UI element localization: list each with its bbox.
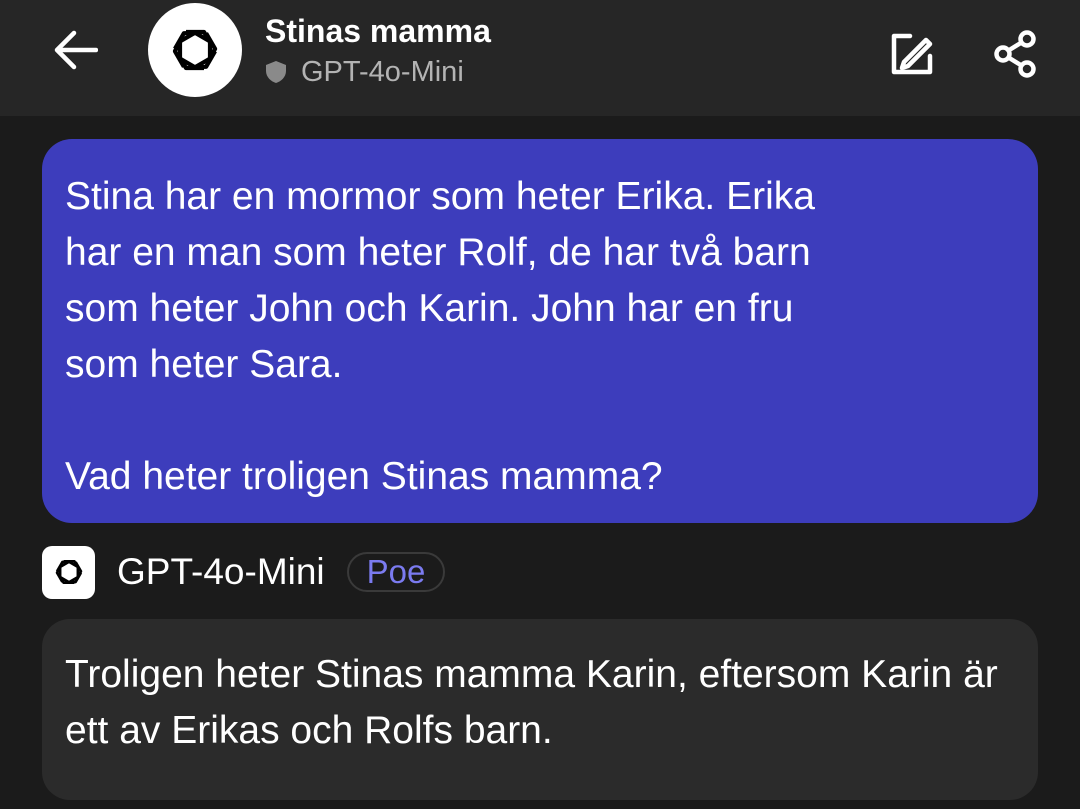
- shield-icon: [265, 60, 287, 84]
- bot-avatar-large[interactable]: [148, 3, 242, 97]
- edit-icon: [891, 33, 933, 75]
- openai-logo-icon: [55, 559, 82, 585]
- bot-subtitle[interactable]: GPT-4o-Mini: [265, 54, 491, 90]
- share-icon: [994, 30, 1036, 78]
- bot-subtitle-label: GPT-4o-Mini: [301, 56, 464, 88]
- bot-message-text: Troligen heter Stinas mamma Karin, efter…: [65, 653, 998, 752]
- poe-badge: Poe: [346, 552, 446, 592]
- openai-logo-icon: [172, 29, 218, 71]
- bot-message-header: GPT-4o-Mini Poe: [42, 545, 446, 599]
- chat-title: Stinas mamma: [265, 13, 491, 49]
- back-button[interactable]: [40, 22, 110, 78]
- arrow-left-icon: [54, 30, 98, 70]
- bot-name[interactable]: GPT-4o-Mini: [117, 551, 325, 593]
- chat-header: Stinas mamma GPT-4o-Mini: [0, 0, 1080, 116]
- user-message-bubble[interactable]: Stina har en mormor som heter Erika. Eri…: [42, 139, 1038, 523]
- bot-avatar[interactable]: [42, 545, 95, 599]
- chat-title-block: Stinas mamma GPT-4o-Mini: [265, 10, 491, 90]
- user-message-text: Stina har en mormor som heter Erika. Eri…: [65, 175, 815, 498]
- edit-button[interactable]: [884, 26, 940, 82]
- bot-message-bubble[interactable]: Troligen heter Stinas mamma Karin, efter…: [42, 619, 1038, 800]
- share-button[interactable]: [988, 26, 1044, 82]
